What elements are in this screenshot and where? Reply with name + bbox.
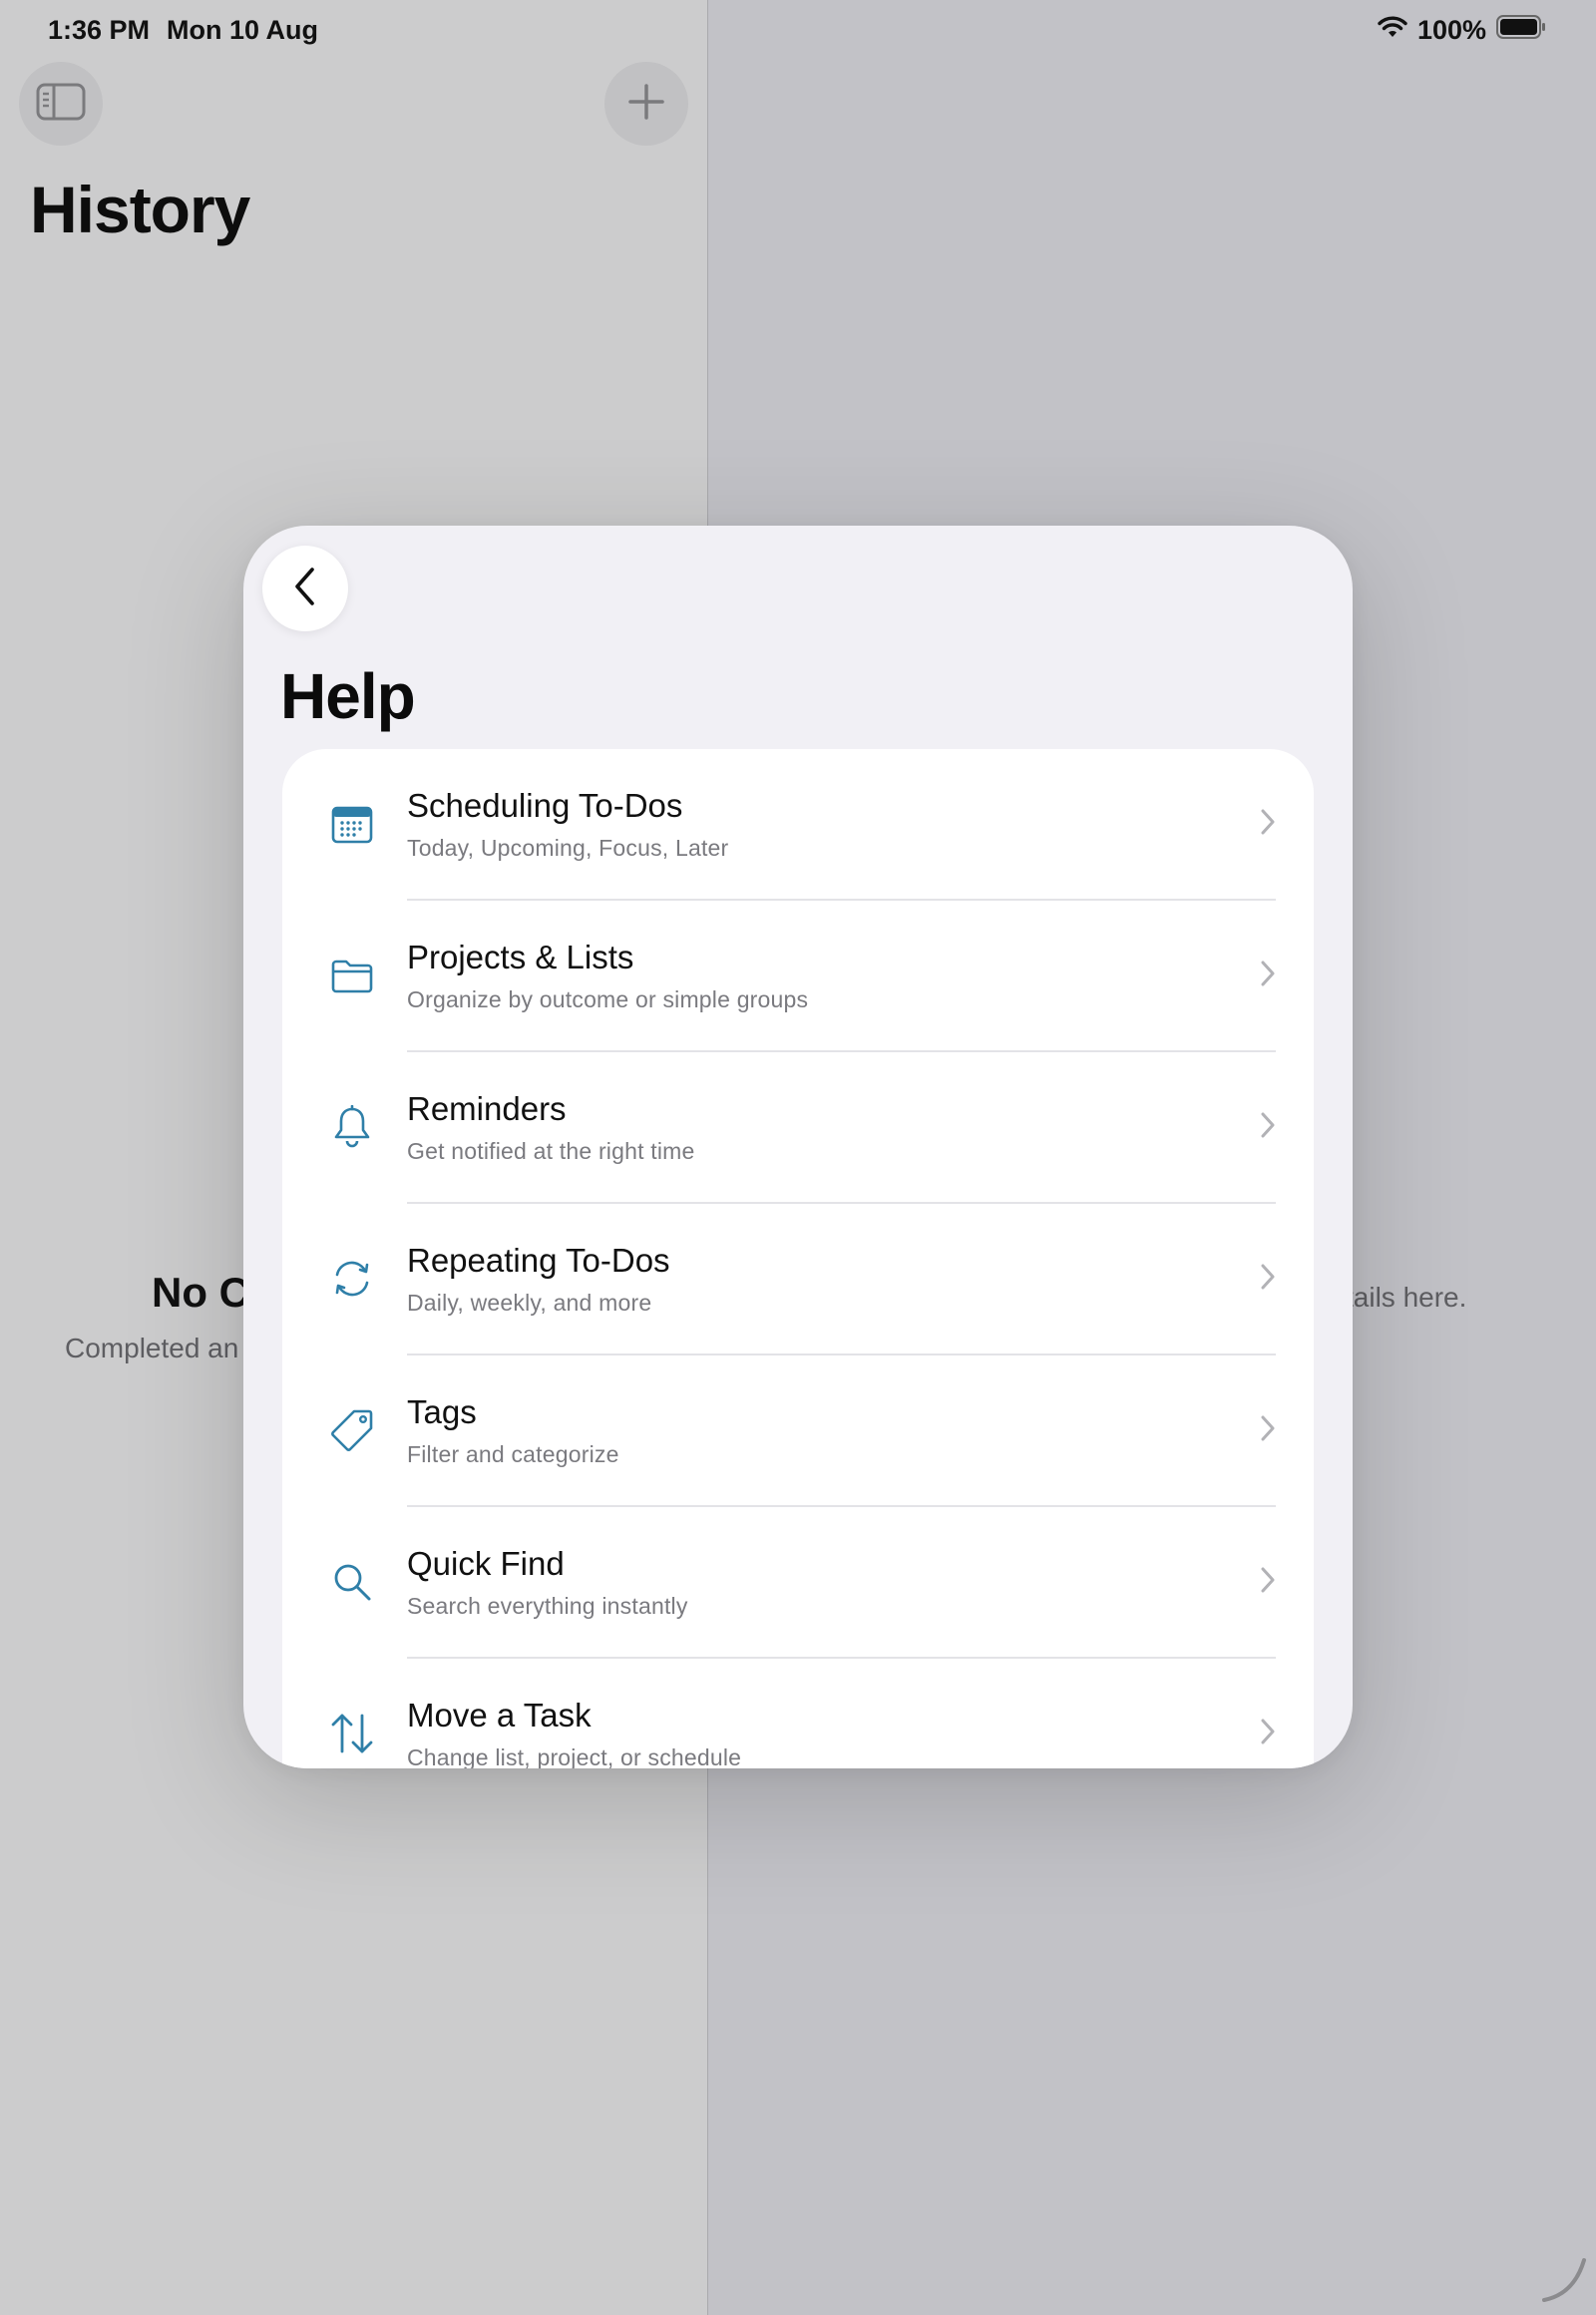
repeat-icon <box>327 1254 377 1304</box>
resize-handle-icon[interactable] <box>1540 2254 1590 2309</box>
battery-percentage: 100% <box>1416 15 1486 45</box>
help-item-title: Quick Find <box>407 1545 565 1582</box>
help-item-subtitle: Organize by outcome or simple groups <box>407 986 809 1012</box>
chevron-right-icon <box>1258 1717 1278 1746</box>
bell-icon <box>327 1102 377 1152</box>
help-item-title: Tags <box>407 1393 477 1430</box>
calendar-icon <box>327 799 377 849</box>
empty-state-subtitle: Completed an <box>65 1333 239 1363</box>
help-topics-list: Scheduling To-Dos Today, Upcoming, Focus… <box>282 749 1314 1768</box>
chevron-right-icon <box>1258 1413 1278 1443</box>
help-item-subtitle: Get notified at the right time <box>407 1138 695 1164</box>
status-time: 1:36 PM <box>48 15 151 45</box>
help-item-tags[interactable]: Tags Filter and categorize <box>282 1355 1314 1507</box>
add-button[interactable] <box>604 62 688 146</box>
chevron-right-icon <box>1258 1262 1278 1292</box>
chevron-right-icon <box>1258 807 1278 837</box>
wifi-icon <box>1378 15 1407 46</box>
help-item-subtitle: Daily, weekly, and more <box>407 1290 652 1316</box>
help-title: Help <box>280 660 416 732</box>
empty-state-title: No C <box>152 1269 249 1316</box>
help-item-move-task[interactable]: Move a Task Change list, project, or sch… <box>282 1659 1314 1768</box>
help-item-title: Scheduling To-Dos <box>407 787 683 824</box>
chevron-right-icon <box>1258 959 1278 988</box>
help-item-subtitle: Change list, project, or schedule <box>407 1744 742 1768</box>
help-item-projects[interactable]: Projects & Lists Organize by outcome or … <box>282 901 1314 1052</box>
battery-icon <box>1496 14 1546 47</box>
sidebar-icon <box>36 82 86 127</box>
detail-placeholder-text: tails here. <box>1346 1282 1467 1313</box>
folder-icon <box>327 951 377 1000</box>
help-item-title: Reminders <box>407 1090 567 1127</box>
toggle-sidebar-button[interactable] <box>19 62 103 146</box>
help-sheet: Help Scheduling To-Dos Today, Upcoming, … <box>243 526 1353 1768</box>
help-item-title: Projects & Lists <box>407 939 634 975</box>
status-indicators: 100% <box>1378 14 1546 47</box>
help-item-subtitle: Filter and categorize <box>407 1441 619 1467</box>
help-item-quick-find[interactable]: Quick Find Search everything instantly <box>282 1507 1314 1659</box>
status-date: Mon 10 Aug <box>167 15 318 45</box>
page-title: History <box>30 173 250 246</box>
tag-icon <box>327 1405 377 1455</box>
help-item-scheduling[interactable]: Scheduling To-Dos Today, Upcoming, Focus… <box>282 749 1314 901</box>
back-button[interactable] <box>262 546 348 631</box>
help-item-subtitle: Today, Upcoming, Focus, Later <box>407 835 729 861</box>
move-arrows-icon <box>327 1709 377 1758</box>
chevron-left-icon <box>293 567 317 611</box>
help-item-subtitle: Search everything instantly <box>407 1593 688 1619</box>
chevron-right-icon <box>1258 1565 1278 1595</box>
chevron-right-icon <box>1258 1110 1278 1140</box>
help-item-title: Move a Task <box>407 1697 592 1734</box>
help-item-repeating[interactable]: Repeating To-Dos Daily, weekly, and more <box>282 1204 1314 1355</box>
help-item-reminders[interactable]: Reminders Get notified at the right time <box>282 1052 1314 1204</box>
status-bar: 1:36 PM Mon 10 Aug 100% <box>0 0 1596 60</box>
help-item-title: Repeating To-Dos <box>407 1242 670 1279</box>
search-icon <box>327 1557 377 1607</box>
plus-icon <box>626 82 666 127</box>
